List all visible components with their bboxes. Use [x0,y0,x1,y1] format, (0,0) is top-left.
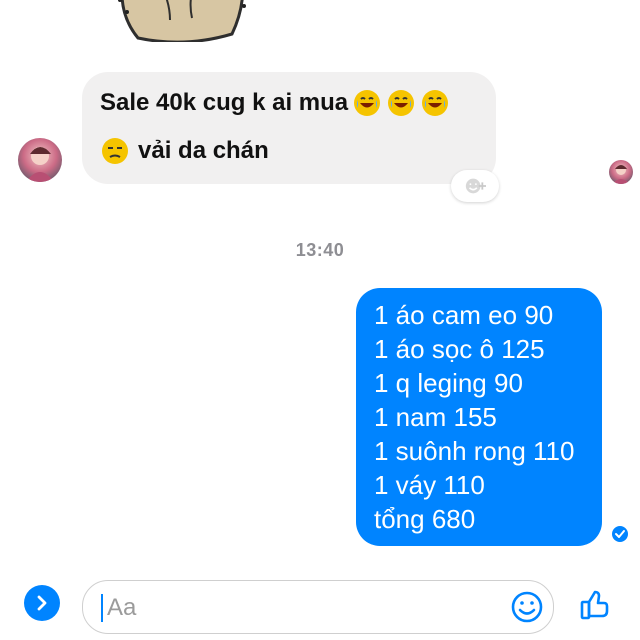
outgoing-message-line: tổng 680 [374,504,476,534]
outgoing-message-line: 1 suônh rong 110 [374,436,575,466]
sender-avatar[interactable] [18,138,62,182]
message-timestamp: 13:40 [295,240,345,260]
outgoing-message-line: 1 q leging 90 [374,368,523,398]
unamused-face-emoji-icon [100,136,130,166]
sticker-image [118,0,246,42]
text-cursor [101,594,103,622]
outgoing-message-line: 1 áo sọc ô 125 [374,334,545,364]
smile-icon[interactable] [510,590,544,624]
sent-status-check-icon [612,526,628,542]
outgoing-message-bubble[interactable]: 1 áo cam eo 90 1 áo sọc ô 125 1 q leging… [356,288,602,546]
incoming-message-line1: Sale 40k cug k ai mua [100,89,349,116]
laughing-with-tears-emoji-icon [386,88,416,118]
add-reaction-icon [465,178,486,194]
incoming-message-line2: vải da chán [138,137,269,164]
message-input[interactable]: Aa [82,580,554,634]
add-reaction-button[interactable] [451,170,499,202]
laughing-with-tears-emoji-icon [420,88,450,118]
incoming-message-bubble[interactable]: Sale 40k cug k ai mua vải da chán [82,72,496,184]
laughing-with-tears-emoji-icon [352,88,382,118]
outgoing-message-line: 1 nam 155 [374,402,497,432]
expand-actions-button[interactable] [24,585,60,621]
thumbs-up-icon[interactable] [578,588,612,622]
outgoing-message-line: 1 váy 110 [374,470,485,500]
seen-by-avatar [609,160,633,184]
outgoing-message-line: 1 áo cam eo 90 [374,300,554,330]
message-input-placeholder: Aa [107,594,137,621]
chevron-right-icon [37,595,47,611]
